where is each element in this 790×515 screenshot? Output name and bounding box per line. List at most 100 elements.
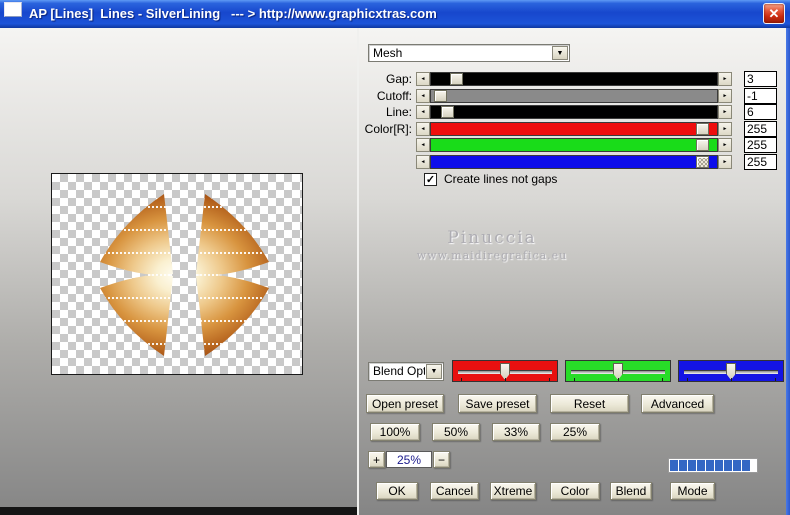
left-arrow-icon[interactable]: ◄ <box>416 155 430 169</box>
preset-dropdown[interactable]: Mesh ▼ <box>368 44 570 62</box>
save-preset-button[interactable]: Save preset <box>458 394 537 413</box>
slider-thumb-gap[interactable] <box>450 73 463 85</box>
cancel-button[interactable]: Cancel <box>430 482 479 500</box>
progress-bar <box>668 458 758 473</box>
slider-row-color-green: ◄ ► <box>359 137 786 153</box>
right-arrow-icon[interactable]: ► <box>718 72 732 86</box>
progress-segment <box>742 460 750 471</box>
zoom-in-button[interactable]: + <box>368 451 385 468</box>
tick-mark <box>548 378 550 381</box>
slider-value-color-red[interactable] <box>744 121 777 137</box>
slider-row-line: Line: ◄ ► <box>359 104 786 120</box>
chevron-down-icon[interactable]: ▼ <box>552 46 568 60</box>
left-arrow-icon[interactable]: ◄ <box>416 138 430 152</box>
slider-row-gap: Gap: ◄ ► <box>359 71 786 87</box>
zoom-100-button[interactable]: 100% <box>370 423 420 441</box>
create-lines-checkbox-label: Create lines not gaps <box>444 172 558 186</box>
advanced-button[interactable]: Advanced <box>641 394 714 413</box>
titlebar[interactable]: AP [Lines] Lines - SilverLining --- > ht… <box>0 0 790 28</box>
slider-label-cutoff: Cutoff: <box>376 89 412 103</box>
chevron-down-icon[interactable]: ▼ <box>426 364 442 379</box>
controls-panel: Mesh ▼ Gap: ◄ ► Cutoff: ◄ ► Line: ◄ <box>359 28 786 515</box>
slider-track-line[interactable] <box>430 105 718 119</box>
tick-mark <box>574 378 576 381</box>
app-icon <box>4 2 22 17</box>
watermark-name: Pinuccia <box>447 228 537 248</box>
tick-mark <box>731 378 732 381</box>
progress-segment <box>670 460 678 471</box>
dialog-content: Mesh ▼ Gap: ◄ ► Cutoff: ◄ ► Line: ◄ <box>0 28 790 515</box>
slider-label-color-red: Color[R]: <box>364 122 412 136</box>
tick-mark <box>505 378 506 381</box>
slider-row-color-blue: ◄ ► <box>359 154 786 170</box>
left-arrow-icon[interactable]: ◄ <box>416 122 430 136</box>
slider-thumb-line[interactable] <box>441 106 454 118</box>
slider-track-cutoff[interactable] <box>430 89 718 103</box>
slider-label-gap: Gap: <box>385 72 412 86</box>
zoom-33-button[interactable]: 33% <box>492 423 540 441</box>
zoom-25-button[interactable]: 25% <box>550 423 600 441</box>
right-arrow-icon[interactable]: ► <box>718 155 732 169</box>
slider-thumb-color-red[interactable] <box>696 123 709 135</box>
tick-mark <box>687 378 689 381</box>
right-arrow-icon[interactable]: ► <box>718 122 732 136</box>
right-arrow-icon[interactable]: ► <box>718 138 732 152</box>
slider-track-gap[interactable] <box>430 72 718 86</box>
open-preset-button[interactable]: Open preset <box>366 394 444 413</box>
progress-segment <box>724 460 732 471</box>
xtreme-button[interactable]: Xtreme <box>490 482 536 500</box>
close-icon: ✕ <box>768 6 780 21</box>
slider-label-line: Line: <box>385 105 412 119</box>
right-arrow-icon[interactable]: ► <box>718 89 732 103</box>
slider-thumb-color-blue[interactable] <box>696 156 709 168</box>
slider-value-line[interactable] <box>744 104 777 120</box>
mode-button[interactable]: Mode <box>670 482 715 500</box>
blend-options-dropdown[interactable]: Blend Opti ▼ <box>368 362 444 381</box>
progress-segment <box>688 460 696 471</box>
plugin-window: AP [Lines] Lines - SilverLining --- > ht… <box>0 0 790 515</box>
zoom-50-button[interactable]: 50% <box>432 423 480 441</box>
blend-button[interactable]: Blend <box>610 482 652 500</box>
left-arrow-icon[interactable]: ◄ <box>416 105 430 119</box>
slider-value-color-blue[interactable] <box>744 154 777 170</box>
progress-segment <box>733 460 741 471</box>
left-arrow-icon[interactable]: ◄ <box>416 72 430 86</box>
preview-image <box>100 194 269 356</box>
slider-track-color-blue[interactable] <box>430 155 718 169</box>
slider-value-gap[interactable] <box>744 71 777 87</box>
slider-track-color-green[interactable] <box>430 138 718 152</box>
window-title: AP [Lines] Lines - SilverLining --- > ht… <box>29 6 437 21</box>
watermark: Pinuccia www.maidiregrafica.eu <box>392 228 592 262</box>
tick-mark <box>661 378 663 381</box>
slider-track-color-red[interactable] <box>430 122 718 136</box>
green-channel-slider[interactable] <box>565 360 671 382</box>
slider-value-color-green[interactable] <box>744 137 777 153</box>
watermark-url: www.maidiregrafica.eu <box>416 249 568 262</box>
check-icon: ✓ <box>425 174 436 186</box>
tick-mark <box>774 378 776 381</box>
preset-dropdown-value: Mesh <box>373 46 403 60</box>
slider-row-color-red: Color[R]: ◄ ► <box>359 121 786 137</box>
slider-thumb-color-green[interactable] <box>696 139 709 151</box>
preview-canvas[interactable] <box>51 173 303 375</box>
right-arrow-icon[interactable]: ► <box>718 105 732 119</box>
zoom-out-button[interactable]: − <box>433 451 450 468</box>
tick-mark <box>461 378 463 381</box>
red-channel-slider[interactable] <box>452 360 558 382</box>
blend-options-value: Blend Opti <box>373 364 425 378</box>
close-button[interactable]: ✕ <box>763 3 785 24</box>
reset-button[interactable]: Reset <box>550 394 629 413</box>
zoom-level-field[interactable] <box>386 451 432 468</box>
progress-segment <box>715 460 723 471</box>
left-arrow-icon[interactable]: ◄ <box>416 89 430 103</box>
create-lines-checkbox[interactable]: ✓ <box>424 173 437 186</box>
ok-button[interactable]: OK <box>376 482 418 500</box>
progress-segment <box>706 460 714 471</box>
slider-thumb-cutoff[interactable] <box>434 90 447 102</box>
slider-value-cutoff[interactable] <box>744 88 777 104</box>
blue-channel-slider[interactable] <box>678 360 784 382</box>
color-button[interactable]: Color <box>550 482 600 500</box>
progress-segment <box>697 460 705 471</box>
slider-row-cutoff: Cutoff: ◄ ► <box>359 88 786 104</box>
tick-mark <box>618 378 619 381</box>
